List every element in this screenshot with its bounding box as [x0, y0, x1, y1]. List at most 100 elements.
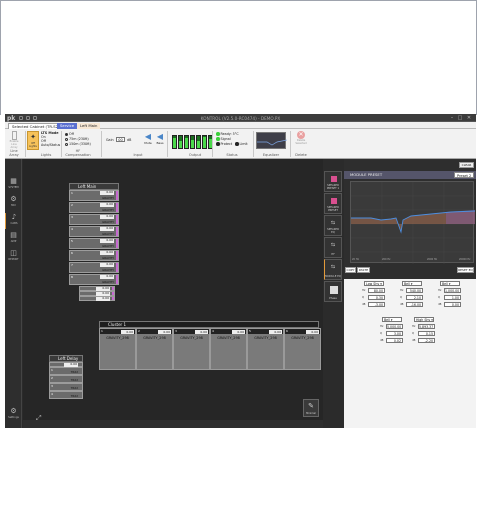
- sidebar-item-settings[interactable]: ⚙ Settings: [5, 407, 22, 423]
- filter-field-label: dB: [438, 303, 442, 306]
- off-lights-button[interactable]: ✦ Off Lights: [27, 131, 39, 150]
- delay-cabinet[interactable]: 3 TR22: [49, 383, 83, 391]
- delay-cabinet[interactable]: 4 TR22: [49, 391, 83, 399]
- speaker-preset-button[interactable]: SPEAKER PRESET: [324, 193, 342, 214]
- cabinet-name: GRAVITY_298: [180, 336, 203, 340]
- cabinet-value[interactable]: 0.00: [100, 262, 114, 267]
- status-ready: Ready: 5°C: [216, 132, 239, 136]
- speaker-preset-1-button[interactable]: SPEAKER PRESET 1: [324, 171, 342, 192]
- filter-gain-input[interactable]: -3.00: [368, 302, 385, 307]
- close-button[interactable]: ✕: [466, 115, 472, 121]
- cluster-cabinet[interactable]: 4 0.00 GRAVITY_298: [210, 328, 247, 370]
- gain-input[interactable]: 00: [116, 137, 125, 142]
- hf-button[interactable]: ⇆ HF: [324, 237, 342, 258]
- filter-gain-input[interactable]: -2.20: [418, 338, 435, 343]
- sidebar-item-amp[interactable]: ▤ AMP: [5, 231, 22, 247]
- speaker-eq-button[interactable]: ⇆ SPEAKER EQ: [324, 215, 342, 236]
- module-eq-button[interactable]: ⇆ MODULE EQ: [324, 259, 342, 280]
- delete-selected-button[interactable]: ✕ Delete Selected: [294, 131, 308, 150]
- cabinet-value[interactable]: 0.00: [195, 329, 208, 334]
- cabinet-value[interactable]: 0.00: [100, 238, 114, 243]
- preset-select[interactable]: Preset 2 ▾: [454, 172, 474, 184]
- filter-q-input[interactable]: 2.10: [406, 295, 423, 300]
- hf-option-off[interactable]: Off: [65, 132, 74, 136]
- minimal-view-button[interactable]: ✎ Minimal: [303, 399, 319, 417]
- hf-option-150m[interactable]: 150m (330ft): [65, 142, 91, 146]
- sidebar-item-cabs[interactable]: ♪ CABS: [5, 213, 22, 229]
- cluster-cabinet[interactable]: 1 0.00 GRAVITY_298: [99, 328, 136, 370]
- equalizer-thumbnail[interactable]: [256, 132, 288, 149]
- filter-freq-input[interactable]: 5,893.37: [418, 324, 435, 329]
- filter-gain-input[interactable]: 0.00: [444, 302, 461, 307]
- array-cabinet[interactable]: 1 0.00 GRAVITY: [69, 190, 119, 201]
- array-cabinet[interactable]: 6 0.00 GRAVITY: [69, 250, 119, 261]
- output-meter: [202, 135, 207, 149]
- cluster-cabinet[interactable]: 5 0.00 GRAVITY_298: [247, 328, 284, 370]
- cabinet-value[interactable]: 0.00: [121, 329, 134, 334]
- enable-line-array-button[interactable]: Enable Line Array: [8, 131, 20, 150]
- cabinet-value[interactable]: 0.00: [100, 226, 114, 231]
- left-main-title[interactable]: Left Main: [69, 183, 119, 190]
- filter-q-input[interactable]: 1.00: [444, 295, 461, 300]
- hf-option-75m[interactable]: 75m (230ft): [65, 137, 89, 141]
- delay-cabinet[interactable]: 2 TR22: [49, 375, 83, 383]
- sidebar-item-mix[interactable]: ⚙ MIX: [5, 195, 22, 211]
- array-cabinet[interactable]: 7 0.00 GRAVITY: [69, 262, 119, 273]
- cabinet-number: 4: [51, 392, 53, 396]
- array-cabinet[interactable]: 5 0.00 GRAVITY: [69, 238, 119, 249]
- copy-button[interactable]: COPY: [345, 267, 356, 273]
- filter-type-select[interactable]: Bell ▾: [440, 281, 460, 286]
- ribbon-tabs: Selected Cabinet (TR-S22) Service Left M…: [5, 122, 476, 129]
- cluster-cabinet[interactable]: 2 0.00 GRAVITY_298: [136, 328, 173, 370]
- eq-graph[interactable]: 20 Hz 200 Hz 2000 Hz 20000 Hz: [350, 181, 476, 264]
- mute-button[interactable]: ◀ Mute: [143, 132, 153, 147]
- cabinet-value[interactable]: 0.00: [232, 329, 245, 334]
- array-cabinet[interactable]: 4 0.00 GRAVITY: [69, 226, 119, 237]
- filter-type-select[interactable]: Low Shv ▾: [364, 281, 384, 286]
- filter-q-input[interactable]: 0.30: [368, 295, 385, 300]
- clear-button[interactable]: CLEAR: [459, 162, 474, 168]
- sidebar-item-report[interactable]: ◫ REPORT: [5, 249, 22, 265]
- paste-button[interactable]: PASTE: [357, 267, 370, 273]
- cabinet-value[interactable]: 0.00: [158, 329, 171, 334]
- filter-freq-input[interactable]: 80.00: [368, 288, 385, 293]
- canvas-workspace: Left Main 1 0.00 GRAVITY 2 0.00 GRAVITY 3 0.00 G…: [23, 159, 323, 428]
- filter-freq-input[interactable]: 1,000.00: [444, 288, 461, 293]
- filter-freq-input[interactable]: 5,000.00: [386, 324, 403, 329]
- bass-button[interactable]: ◀ Bass: [155, 132, 165, 147]
- sub-value[interactable]: 0.00: [96, 296, 110, 301]
- array-cabinet[interactable]: 3 0.00 GRAVITY: [69, 214, 119, 225]
- array-cabinet[interactable]: 8 0.00 GRAVITY: [69, 274, 119, 285]
- minimize-button[interactable]: –: [449, 115, 455, 121]
- maximize-button[interactable]: □: [457, 115, 463, 121]
- off-lights-label: Off Lights: [29, 142, 37, 148]
- phase-button[interactable]: Phase: [324, 281, 342, 302]
- cluster-title[interactable]: Cluster 1: [99, 321, 319, 328]
- group-hf-compensation: HF Compensation: [65, 149, 91, 157]
- filter-type-select[interactable]: Bell ▾: [402, 281, 422, 286]
- filter-type-select[interactable]: High Shv ▾: [414, 317, 434, 322]
- cabinet-value[interactable]: 0.00: [100, 202, 114, 207]
- reset-eq-button[interactable]: RESET EQ: [457, 267, 474, 273]
- cluster-cabinet[interactable]: 6 0.00 GRAVITY_298: [284, 328, 321, 370]
- cabinet-value[interactable]: 0.00: [306, 329, 319, 334]
- filter-gain-input[interactable]: 0.02: [386, 338, 403, 343]
- cabinet-value[interactable]: 0.00: [269, 329, 282, 334]
- cabinet-value[interactable]: 0.00: [100, 250, 114, 255]
- sidebar-item-system[interactable]: ▦ SYSTEM: [5, 177, 22, 193]
- filter-q-input[interactable]: 3.00: [386, 331, 403, 336]
- cabinet-value[interactable]: 0.00: [100, 190, 114, 195]
- filter-freq-input[interactable]: 540.00: [406, 288, 423, 293]
- filter-q-input[interactable]: 0.15: [418, 331, 435, 336]
- led-mode-auto[interactable]: Auto/Status: [41, 143, 60, 147]
- status-signal: Signal: [216, 137, 231, 141]
- delay-cabinet[interactable]: 1 TR22: [49, 367, 83, 375]
- cabinet-value[interactable]: 0.00: [100, 214, 114, 219]
- cabinet-value[interactable]: 0.00: [100, 274, 114, 279]
- array-cabinet[interactable]: 2 0.00 GRAVITY: [69, 202, 119, 213]
- filter-gain-input[interactable]: -16.00: [406, 302, 423, 307]
- cluster-cabinet[interactable]: 3 0.00 GRAVITY_298: [173, 328, 210, 370]
- filter-type-select[interactable]: Bell ▾: [382, 317, 402, 322]
- array-sub-cabinet[interactable]: 0.00: [79, 296, 115, 301]
- left-delay-title[interactable]: Left Delay: [49, 355, 83, 362]
